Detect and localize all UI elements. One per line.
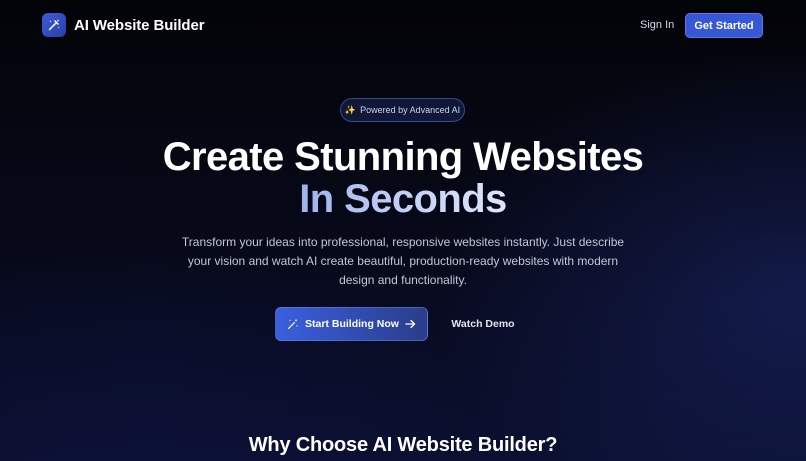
magic-wand-icon [42, 13, 66, 37]
top-nav: AI Website Builder Sign In Get Started [0, 0, 806, 52]
hero-title-highlight: In Seconds [0, 176, 806, 222]
brand-name: AI Website Builder [74, 16, 205, 34]
brand[interactable]: AI Website Builder [42, 13, 205, 37]
hero-subtitle: Transform your ideas into professional, … [181, 235, 625, 287]
get-started-button[interactable]: Get Started [685, 13, 763, 38]
sparkles-icon [287, 318, 299, 330]
section-title: Why Choose AI Website Builder? [248, 434, 558, 456]
arrow-right-icon [405, 319, 416, 329]
powered-by-badge: ✨ Powered by Advanced AI [340, 98, 465, 122]
start-building-button[interactable]: Start Building Now [275, 307, 428, 341]
badge-label: Powered by Advanced AI [360, 105, 461, 115]
start-building-label: Start Building Now [305, 318, 399, 330]
sparkles-icon: ✨ [344, 104, 357, 115]
sign-in-link[interactable]: Sign In [640, 16, 674, 34]
watch-demo-button[interactable]: Watch Demo [442, 307, 524, 341]
hero-title: Create Stunning Websites [162, 135, 644, 179]
hero-title-highlight-text: In Seconds [299, 177, 507, 221]
